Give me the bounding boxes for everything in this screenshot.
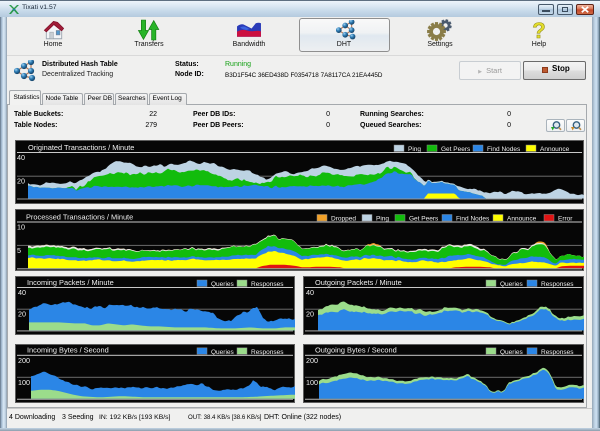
- svg-text:Responses: Responses: [251, 349, 284, 356]
- svg-text:Dropped: Dropped: [331, 216, 356, 223]
- svg-text:Error: Error: [558, 216, 573, 223]
- svg-text:Outgoing Bytes / Second: Outgoing Bytes / Second: [315, 346, 397, 355]
- svg-text:Originated Transactions / Minu: Originated Transactions / Minute: [28, 143, 134, 152]
- svg-text:10: 10: [17, 223, 25, 232]
- svg-text:Responses: Responses: [541, 281, 574, 288]
- svg-text:20: 20: [18, 310, 26, 319]
- svg-text:40: 40: [18, 288, 26, 297]
- svg-text:?: ?: [532, 19, 545, 43]
- svg-text:5: 5: [17, 246, 21, 255]
- svg-text:Queries: Queries: [500, 281, 524, 288]
- svg-text:Queries: Queries: [500, 349, 524, 356]
- svg-text:Incoming Packets / Minute: Incoming Packets / Minute: [27, 278, 114, 287]
- svg-text:Announce: Announce: [507, 216, 537, 223]
- svg-text:Ping: Ping: [408, 146, 421, 153]
- svg-text:40: 40: [17, 153, 25, 162]
- svg-text:Outgoing Packets / Minute: Outgoing Packets / Minute: [315, 278, 402, 287]
- svg-text:20: 20: [17, 177, 25, 186]
- svg-text:100: 100: [306, 378, 318, 387]
- svg-text:Ping: Ping: [376, 216, 389, 223]
- svg-text:40: 40: [306, 288, 314, 297]
- svg-text:Announce: Announce: [540, 146, 570, 153]
- svg-text:Get Peers: Get Peers: [409, 216, 439, 223]
- svg-text:Incoming Bytes / Second: Incoming Bytes / Second: [27, 346, 109, 355]
- svg-text:Responses: Responses: [251, 281, 284, 288]
- svg-text:Find Nodes: Find Nodes: [487, 146, 521, 153]
- svg-text:Queries: Queries: [211, 281, 235, 288]
- svg-text:Responses: Responses: [541, 349, 574, 356]
- svg-text:Find Nodes: Find Nodes: [456, 216, 490, 223]
- svg-text:200: 200: [18, 356, 30, 365]
- svg-text:Processed Transactions / Minut: Processed Transactions / Minute: [26, 212, 133, 221]
- svg-text:200: 200: [306, 356, 318, 365]
- svg-text:Queries: Queries: [211, 349, 235, 356]
- svg-text:20: 20: [306, 310, 314, 319]
- svg-text:Get Peers: Get Peers: [441, 146, 471, 153]
- svg-text:100: 100: [18, 378, 30, 387]
